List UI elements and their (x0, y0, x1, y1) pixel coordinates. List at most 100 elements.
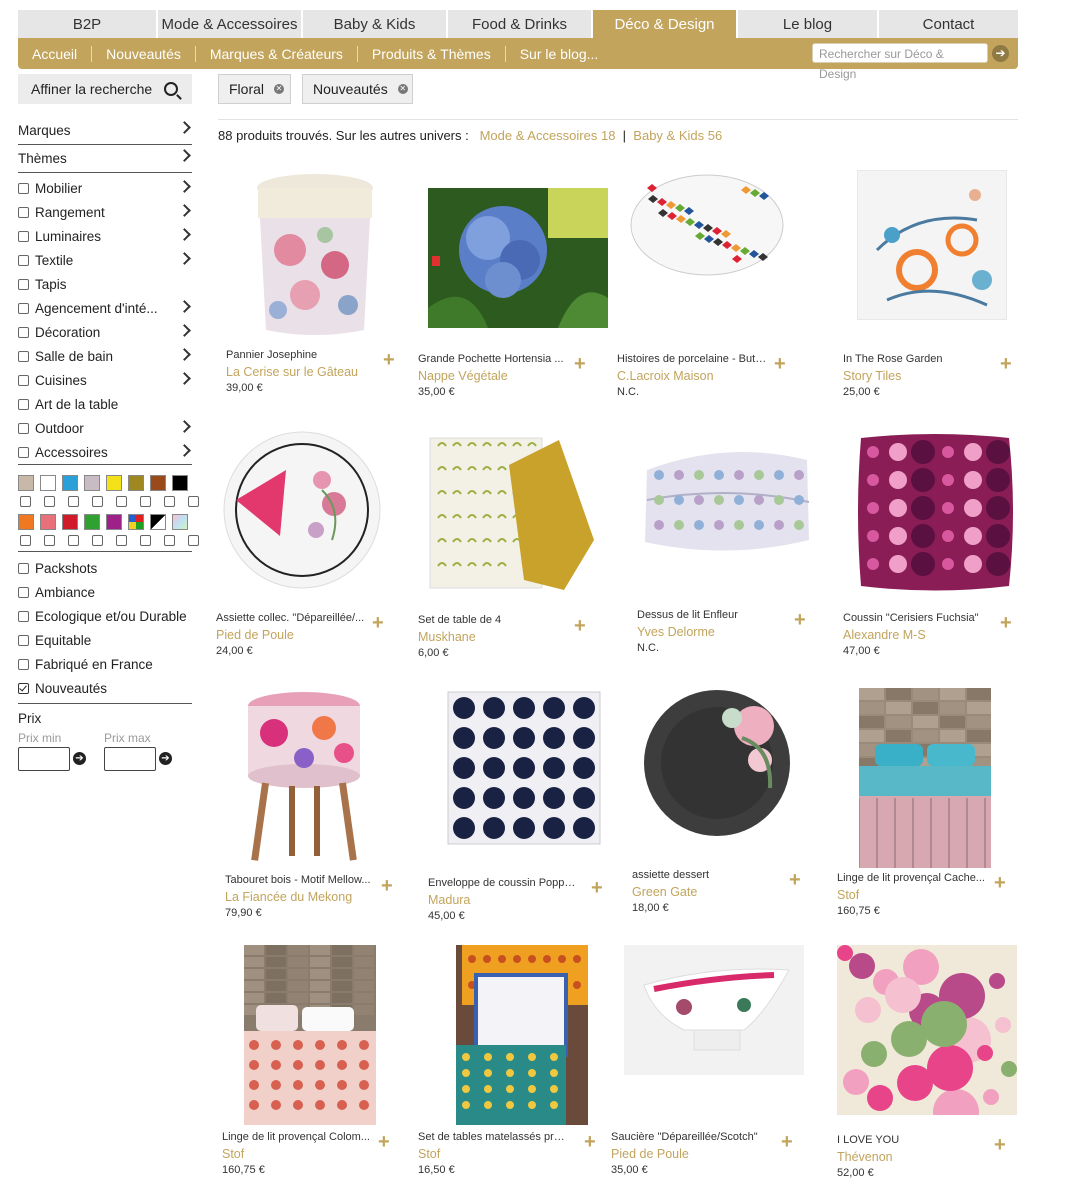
product-name[interactable]: Set de table de 4 (418, 614, 568, 626)
plus-icon[interactable]: + (1000, 613, 1012, 633)
close-icon[interactable]: ✕ (274, 84, 285, 94)
product-name[interactable]: Saucière "Dépareillée/Scotch" (611, 1131, 761, 1143)
product-name[interactable]: Assiette collec. "Dépareillée/... (216, 612, 366, 624)
label-filter-item[interactable]: Ecologique et/ou Durable (18, 604, 192, 628)
product-image[interactable] (837, 945, 1017, 1135)
checkbox[interactable] (18, 326, 29, 338)
label-filter-item[interactable]: Nouveautés (18, 676, 192, 700)
product-image[interactable] (858, 688, 992, 873)
product-brand[interactable]: La Cerise sur le Gâteau (226, 365, 358, 379)
checkbox[interactable] (18, 610, 29, 622)
color-checkbox[interactable] (44, 496, 55, 507)
color-checkbox[interactable] (92, 496, 103, 507)
product-image[interactable] (222, 430, 382, 595)
color-checkbox[interactable] (92, 535, 103, 546)
product-brand[interactable]: La Fiancée du Mekong (225, 890, 352, 904)
search-input[interactable]: Rechercher sur Déco & Design (812, 43, 988, 81)
plus-icon[interactable]: + (574, 354, 586, 374)
product-brand[interactable]: Stof (418, 1147, 440, 1161)
checkbox[interactable] (18, 422, 29, 434)
plus-icon[interactable]: + (378, 1132, 390, 1152)
product-name[interactable]: assiette dessert (632, 869, 782, 881)
label-filter-item[interactable]: Packshots (18, 556, 192, 580)
color-swatch[interactable] (150, 475, 166, 491)
product-image[interactable] (855, 430, 1015, 600)
sidebar-item-category[interactable]: Luminaires (18, 224, 192, 248)
arrow-right-circle-icon[interactable]: ➔ (992, 45, 1009, 62)
product-image[interactable] (637, 430, 817, 565)
color-swatch[interactable] (62, 514, 78, 530)
sidebar-item-category[interactable]: Mobilier (18, 176, 192, 200)
product-image[interactable] (444, 688, 604, 853)
link-baby-kids[interactable]: Baby & Kids 56 (633, 128, 722, 143)
label-filter-item[interactable]: Ambiance (18, 580, 192, 604)
product-name[interactable]: Enveloppe de coussin Poppy... (428, 877, 578, 889)
sidebar-item-category[interactable]: Cuisines (18, 368, 192, 392)
color-checkbox[interactable] (140, 535, 151, 546)
product-brand[interactable]: Thévenon (837, 1150, 893, 1164)
checkbox[interactable] (18, 350, 29, 362)
plus-icon[interactable]: + (383, 350, 395, 370)
product-name[interactable]: Linge de lit provençal Colom... (222, 1131, 372, 1143)
color-swatch[interactable] (172, 475, 188, 491)
color-swatch[interactable] (106, 475, 122, 491)
checkbox[interactable] (18, 658, 29, 670)
product-name[interactable]: Coussin "Cerisiers Fuchsia" (843, 612, 993, 624)
checkbox[interactable] (18, 206, 29, 218)
product-name[interactable]: In The Rose Garden (843, 353, 993, 365)
color-swatch[interactable] (84, 514, 100, 530)
product-name[interactable]: I LOVE YOU (837, 1134, 987, 1146)
checkbox[interactable] (18, 230, 29, 242)
subnav-marques-createurs[interactable]: Marques & Créateurs (196, 46, 357, 62)
color-swatch[interactable] (62, 475, 78, 491)
sidebar-item-marques[interactable]: Marques (18, 117, 192, 145)
plus-icon[interactable]: + (794, 610, 806, 630)
checkbox[interactable] (18, 278, 29, 290)
color-swatch[interactable] (18, 475, 34, 491)
product-image[interactable] (428, 188, 608, 333)
checkbox[interactable] (18, 586, 29, 598)
tab-baby-kids[interactable]: Baby & Kids (303, 10, 446, 38)
plus-icon[interactable]: + (781, 1132, 793, 1152)
sidebar-item-category[interactable]: Agencement d'inté... (18, 296, 192, 320)
close-icon[interactable]: ✕ (397, 84, 408, 94)
sidebar-item-category[interactable]: Salle de bain (18, 344, 192, 368)
plus-icon[interactable]: + (381, 876, 393, 896)
color-swatch[interactable] (128, 475, 144, 491)
checkbox[interactable] (18, 374, 29, 386)
product-brand[interactable]: Madura (428, 893, 470, 907)
checkbox[interactable] (18, 634, 29, 646)
checkbox[interactable] (18, 446, 29, 458)
product-brand[interactable]: Nappe Végétale (418, 369, 508, 383)
tab-deco-design[interactable]: Déco & Design (593, 10, 736, 38)
color-checkbox[interactable] (20, 496, 31, 507)
checkbox[interactable] (18, 302, 29, 314)
product-name[interactable]: Set de tables matelassés pro... (418, 1131, 568, 1143)
subnav-nouveautes[interactable]: Nouveautés (92, 46, 195, 62)
product-brand[interactable]: Green Gate (632, 885, 697, 899)
arrow-right-circle-icon[interactable]: ➔ (73, 752, 86, 765)
subnav-produits-themes[interactable]: Produits & Thèmes (358, 46, 505, 62)
filter-chip-floral[interactable]: Floral ✕ (218, 74, 291, 104)
tab-b2p[interactable]: B2P (18, 10, 156, 38)
product-image[interactable] (250, 170, 380, 345)
color-checkbox[interactable] (164, 535, 175, 546)
product-brand[interactable]: C.Lacroix Maison (617, 369, 714, 383)
product-image[interactable] (424, 430, 594, 605)
tab-contact[interactable]: Contact (879, 10, 1018, 38)
product-brand[interactable]: Pied de Poule (611, 1147, 689, 1161)
plus-icon[interactable]: + (774, 354, 786, 374)
color-checkbox[interactable] (140, 496, 151, 507)
plus-icon[interactable]: + (372, 613, 384, 633)
product-name[interactable]: Linge de lit provençal Cache... (837, 872, 987, 884)
price-min-input[interactable] (18, 747, 70, 771)
color-swatch[interactable] (40, 514, 56, 530)
tab-mode-accessoires[interactable]: Mode & Accessoires (158, 10, 301, 38)
sidebar-item-category[interactable]: Art de la table (18, 392, 192, 416)
color-swatch[interactable] (128, 514, 144, 530)
plus-icon[interactable]: + (994, 1135, 1006, 1155)
product-brand[interactable]: Alexandre M-S (843, 628, 926, 642)
plus-icon[interactable]: + (789, 870, 801, 890)
product-brand[interactable]: Story Tiles (843, 369, 901, 383)
product-image[interactable] (627, 170, 787, 285)
